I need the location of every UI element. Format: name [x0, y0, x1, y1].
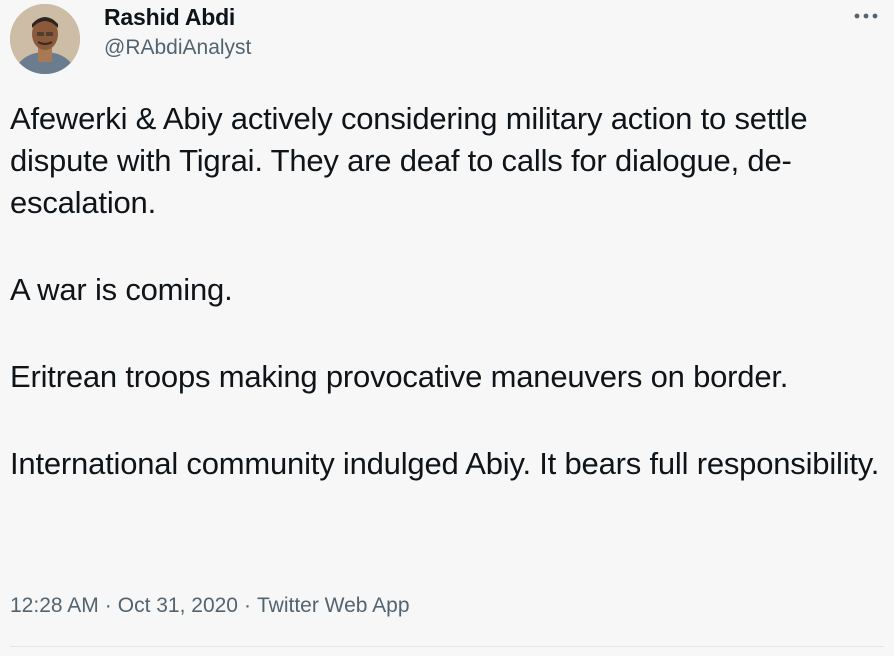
tweet-paragraph: International community indulged Abiy. I…: [10, 446, 880, 481]
separator-dot: ·: [104, 594, 112, 617]
tweet-date[interactable]: Oct 31, 2020: [118, 594, 238, 618]
tweet-header: Rashid Abdi @RAbdiAnalyst: [10, 0, 884, 78]
author-handle[interactable]: @RAbdiAnalyst: [104, 36, 251, 60]
divider: [10, 646, 884, 647]
author-name[interactable]: Rashid Abdi: [104, 4, 235, 31]
tweet-time[interactable]: 12:28 AM: [10, 594, 99, 618]
tweet-paragraph: Afewerki & Abiy actively considering mil…: [10, 101, 808, 220]
tweet-metadata: 12:28 AM · Oct 31, 2020 · Twitter Web Ap…: [10, 594, 410, 618]
more-horizontal-icon[interactable]: [848, 4, 884, 28]
tweet-source[interactable]: Twitter Web App: [257, 594, 410, 618]
tweet-paragraph: Eritrean troops making provocative maneu…: [10, 359, 789, 394]
tweet-text: Afewerki & Abiy actively considering mil…: [10, 98, 880, 485]
avatar[interactable]: [10, 4, 80, 74]
separator-dot: ·: [243, 594, 251, 617]
tweet-paragraph: A war is coming.: [10, 272, 233, 307]
tweet-card: Rashid Abdi @RAbdiAnalyst Afewerki & Abi…: [0, 0, 894, 656]
